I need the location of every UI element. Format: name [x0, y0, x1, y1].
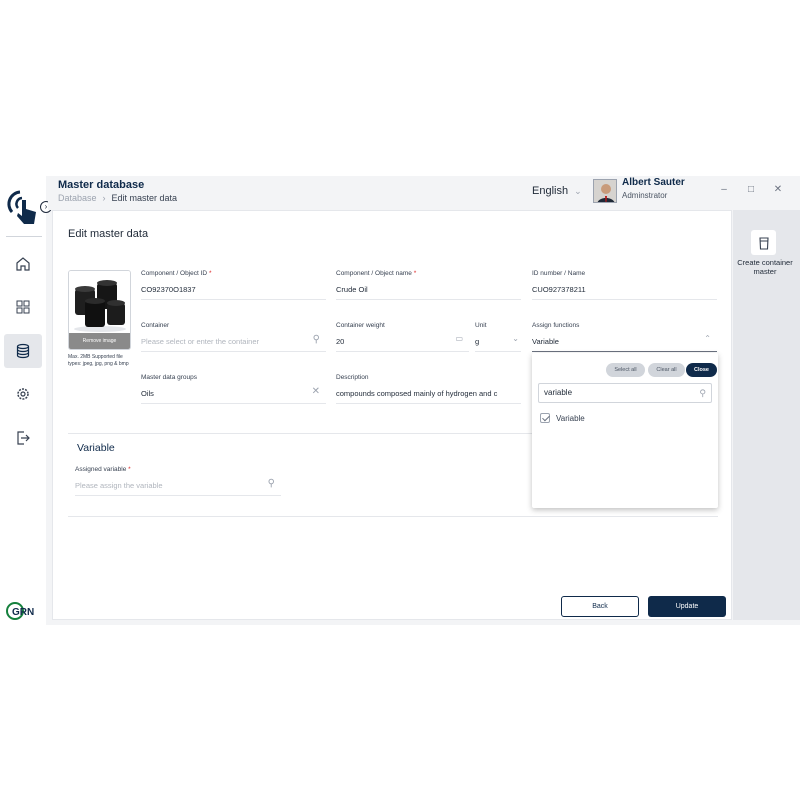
container-weight-input[interactable]: 20 ▭	[336, 334, 469, 352]
component-name-input[interactable]: Crude Oil	[336, 285, 521, 300]
master-groups-value: Oils	[141, 389, 154, 398]
assigned-variable-field[interactable]: Assigned variable * Please assign the va…	[75, 466, 281, 496]
description-input[interactable]: compounds composed mainly of hydrogen an…	[336, 389, 521, 404]
page-title: Master database	[58, 179, 145, 191]
chevron-up-icon: ⌃	[704, 334, 711, 343]
home-icon	[16, 257, 30, 271]
maximize-icon[interactable]: □	[745, 184, 757, 195]
container-input[interactable]: Please select or enter the container ⚲	[141, 334, 326, 352]
top-header: Master database Database › Edit master d…	[48, 176, 800, 210]
user-name: Albert Sauter	[622, 177, 685, 188]
right-action-panel: Create container master	[733, 210, 800, 620]
image-upload-note: Max. 2MB Supported file types: jpeg, jpg…	[68, 354, 129, 367]
assigned-variable-placeholder: Please assign the variable	[75, 481, 163, 490]
breadcrumb-database[interactable]: Database	[58, 193, 97, 203]
language-select[interactable]: English ⌄	[532, 185, 582, 197]
component-id-input[interactable]: CO92370O1837	[141, 285, 326, 300]
id-number-label: ID number / Name	[532, 270, 586, 277]
clear-icon[interactable]: ✕	[312, 386, 320, 397]
search-icon[interactable]: ⚲	[313, 334, 320, 345]
card-title: Edit master data	[68, 228, 149, 240]
language-value: English	[532, 185, 569, 197]
app-window: › GRN Master database Database › Edit ma…	[0, 176, 800, 625]
breadcrumb-current: Edit master data	[111, 193, 178, 203]
chevron-down-icon: ⌄	[512, 334, 519, 343]
sidebar-divider	[6, 236, 42, 237]
search-icon[interactable]: ⚲	[268, 478, 275, 489]
close-window-icon[interactable]: ✕	[772, 184, 784, 195]
assign-functions-label: Assign functions	[532, 322, 580, 329]
description-label: Description	[336, 374, 369, 381]
scale-icon[interactable]: ▭	[455, 334, 463, 343]
dropdown-option-label: Variable	[556, 413, 585, 423]
nav-home[interactable]	[4, 247, 42, 281]
minimize-icon[interactable]: –	[718, 184, 730, 195]
create-container-master-button[interactable]	[751, 230, 776, 255]
dropdown-search-input[interactable]: variable ⚲	[538, 383, 712, 403]
component-image[interactable]: Remove image	[68, 270, 131, 350]
section-divider-bottom	[68, 516, 718, 517]
remove-image-button[interactable]: Remove image	[69, 333, 130, 349]
nav-settings[interactable]	[4, 377, 42, 411]
master-groups-select[interactable]: Oils ✕	[141, 386, 326, 404]
clear-all-button[interactable]: Clear all	[648, 363, 685, 377]
dashboard-icon	[16, 300, 30, 314]
breadcrumb: Database › Edit master data	[58, 193, 177, 203]
unit-label: Unit	[475, 322, 487, 329]
assign-functions-field[interactable]: Assign functions Variable ⌃	[532, 322, 717, 352]
nav-database[interactable]	[4, 334, 42, 368]
assign-functions-select[interactable]: Variable ⌃	[532, 334, 717, 352]
database-icon	[16, 343, 30, 359]
create-container-master-label[interactable]: Create container master	[735, 258, 795, 276]
description-field[interactable]: Description compounds composed mainly of…	[336, 374, 521, 404]
container-weight-value: 20	[336, 337, 345, 346]
nav-logout[interactable]	[4, 421, 42, 455]
chevron-right-icon: ›	[102, 193, 106, 203]
app-logo-icon	[6, 182, 42, 228]
component-id-label: Component / Object ID	[141, 270, 208, 277]
unit-value: g	[475, 337, 480, 346]
user-role: Adminstrator	[622, 191, 668, 200]
unit-field[interactable]: Unit g ⌄	[475, 322, 521, 352]
component-id-field[interactable]: Component / Object ID * CO92370O1837	[141, 270, 326, 300]
checkbox-checked-icon[interactable]	[540, 413, 550, 423]
master-groups-label: Master data groups	[141, 374, 198, 381]
dropdown-search-value: variable	[544, 388, 573, 397]
container-weight-label: Container weight	[336, 322, 385, 329]
assigned-variable-label: Assigned variable	[75, 466, 127, 473]
container-icon	[758, 236, 769, 250]
container-label: Container	[141, 322, 170, 329]
unit-select[interactable]: g ⌄	[475, 334, 521, 352]
settings-icon	[17, 388, 29, 400]
master-groups-field[interactable]: Master data groups Oils ✕	[141, 374, 326, 404]
assign-functions-dropdown: Select all Clear all Close variable ⚲ Va…	[532, 353, 718, 508]
assigned-variable-input[interactable]: Please assign the variable ⚲	[75, 478, 281, 496]
avatar[interactable]	[593, 179, 617, 203]
select-all-button[interactable]: Select all	[606, 363, 645, 377]
dropdown-option[interactable]: Variable	[540, 413, 585, 423]
update-button[interactable]: Update	[648, 596, 726, 617]
container-field[interactable]: Container Please select or enter the con…	[141, 322, 326, 352]
sidebar: › GRN	[0, 176, 52, 625]
component-name-label: Component / Object name	[336, 270, 412, 277]
nav-dashboard[interactable]	[4, 290, 42, 324]
back-button[interactable]: Back	[561, 596, 639, 617]
edit-master-data-card: Edit master data Remove image Max. 2MB S…	[52, 210, 732, 620]
container-weight-field[interactable]: Container weight 20 ▭	[336, 322, 469, 352]
id-number-field[interactable]: ID number / Name CUO927378211	[532, 270, 717, 300]
container-placeholder: Please select or enter the container	[141, 337, 259, 346]
logout-icon	[17, 431, 30, 445]
brand-logo: GRN	[4, 600, 42, 622]
id-number-input[interactable]: CUO927378211	[532, 285, 717, 300]
variable-section-title: Variable	[77, 442, 115, 454]
close-dropdown-button[interactable]: Close	[686, 363, 717, 377]
component-name-field[interactable]: Component / Object name * Crude Oil	[336, 270, 521, 300]
search-icon: ⚲	[699, 388, 706, 398]
assign-functions-value: Variable	[532, 337, 559, 346]
svg-text:GRN: GRN	[12, 607, 34, 618]
chevron-down-icon: ⌄	[574, 185, 582, 196]
